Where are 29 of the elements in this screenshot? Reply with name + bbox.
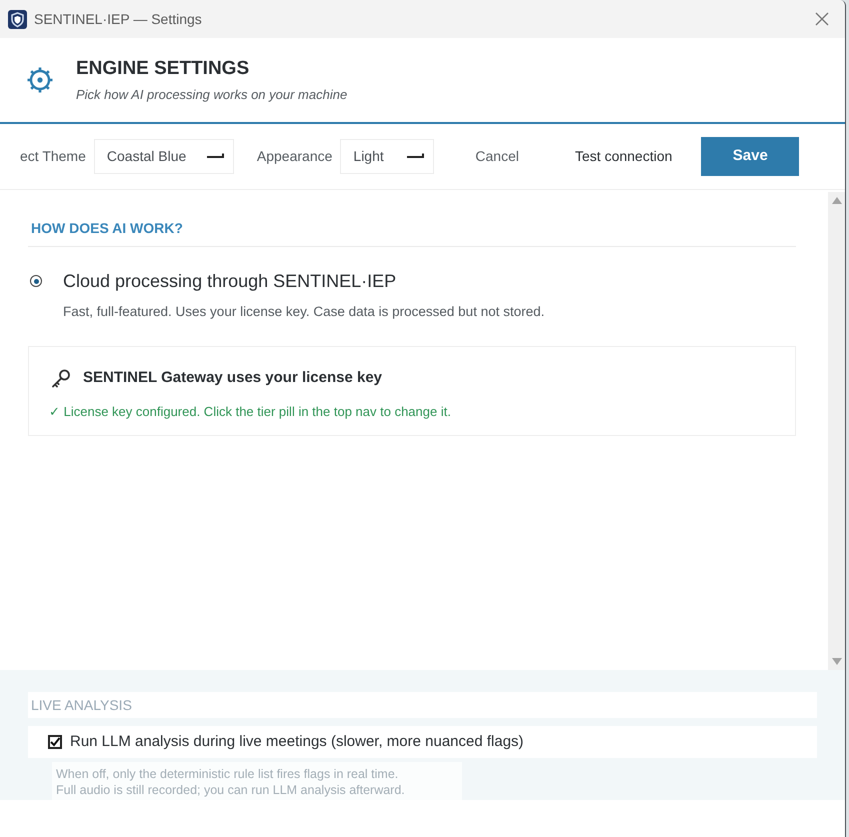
scroll-down-icon[interactable] [832,658,842,665]
checkbox[interactable] [48,735,62,749]
cancel-button[interactable]: Cancel [466,138,528,174]
shield-icon [8,10,27,28]
gear-icon [27,67,53,93]
close-icon [815,12,829,26]
checkbox-label: Run LLM analysis during live meetings (slower, more nuanced flags) [70,732,524,752]
option-description: Fast, full-featured. Uses your license key. Case data is processed but not stored. [63,303,544,321]
radio-button[interactable] [30,275,42,287]
page-title: ENGINE SETTINGS [76,57,250,81]
help-text: When off, only the deterministic rule list fires flags in real time. [56,766,400,782]
test-connection-button[interactable]: Test connection [566,138,682,174]
dropdown-icon [407,153,426,160]
field-label: Appearance [256,147,332,166]
scroll-up-icon[interactable] [832,197,842,204]
dropdown-icon [206,153,225,160]
key-icon [51,369,71,388]
card-title: SENTINEL Gateway uses your license key [83,368,382,388]
section-heading: HOW DOES AI WORK? [28,218,796,247]
dropdown[interactable]: Light [340,139,434,174]
page-subtitle: Pick how AI processing works on your machine [76,87,348,103]
section-heading: LIVE ANALYSIS [28,692,817,718]
option-label: Cloud processing through SENTINEL·IEP [63,270,398,293]
save-button[interactable]: Save [701,137,800,176]
dropdown[interactable]: Coastal Blue [94,139,234,174]
window-title: SENTINEL·IEP — Settings [34,10,202,29]
status-message: ✓ License key configured. Click the tier pill in the top nav to change it. [49,402,452,421]
help-text: Full audio is still recorded; you can run LLM analysis afterward. [56,782,406,798]
field-label: ect Theme [20,147,86,166]
